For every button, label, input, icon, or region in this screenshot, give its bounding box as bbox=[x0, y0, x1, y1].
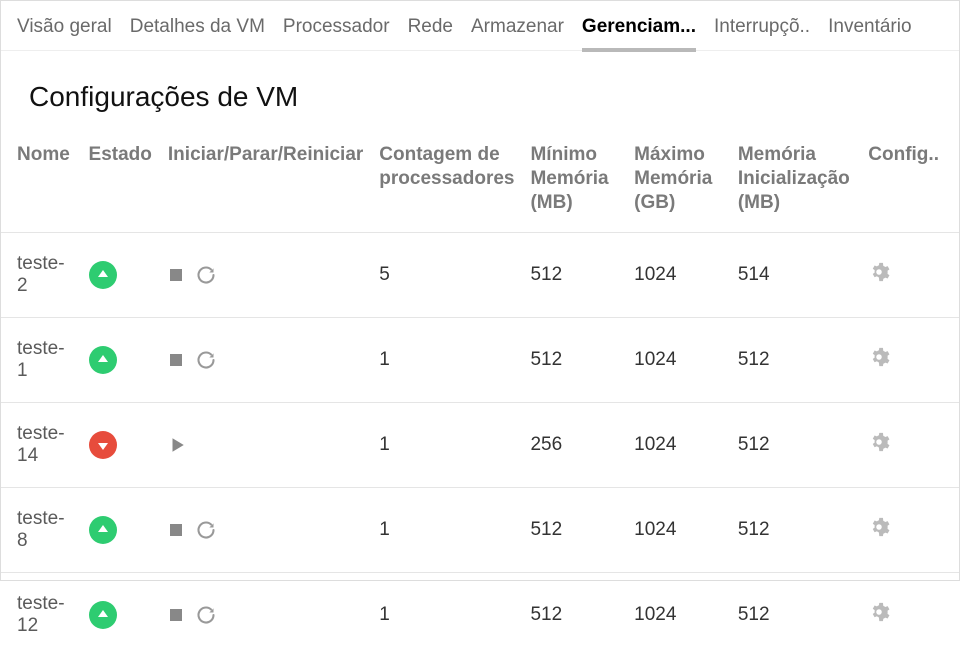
cell-min-mem: 512 bbox=[522, 573, 626, 657]
cell-min-mem: 512 bbox=[522, 233, 626, 318]
cell-proc: 1 bbox=[371, 573, 522, 657]
header-state: Estado bbox=[81, 133, 160, 233]
header-name: Nome bbox=[1, 133, 81, 233]
cell-max-mem: 1024 bbox=[626, 488, 730, 573]
cell-config bbox=[860, 233, 959, 318]
header-proc: Contagem de processadores bbox=[371, 133, 522, 233]
play-icon[interactable] bbox=[168, 436, 186, 454]
cell-state bbox=[81, 573, 160, 657]
cell-state bbox=[81, 488, 160, 573]
table-row: teste-115121024512 bbox=[1, 318, 959, 403]
cell-config bbox=[860, 573, 959, 657]
cell-max-mem: 1024 bbox=[626, 233, 730, 318]
cell-min-mem: 512 bbox=[522, 318, 626, 403]
cell-config bbox=[860, 403, 959, 488]
tab-item[interactable]: Gerenciam... bbox=[582, 16, 696, 52]
cell-max-mem: 1024 bbox=[626, 573, 730, 657]
tab-item[interactable]: Processador bbox=[283, 16, 390, 52]
arrow-down-icon bbox=[89, 431, 117, 459]
cell-config bbox=[860, 488, 959, 573]
cell-state bbox=[81, 318, 160, 403]
cell-actions bbox=[160, 403, 371, 488]
restart-icon[interactable] bbox=[196, 520, 216, 540]
cell-min-mem: 512 bbox=[522, 488, 626, 573]
cell-actions bbox=[160, 488, 371, 573]
header-config: Config.. bbox=[860, 133, 959, 233]
table-row: teste-2 55121024514 bbox=[1, 233, 959, 318]
cell-name: teste-2 bbox=[1, 233, 81, 318]
header-init-mem: Memória Inicialização (MB) bbox=[730, 133, 860, 233]
cell-max-mem: 1024 bbox=[626, 403, 730, 488]
cell-actions bbox=[160, 573, 371, 657]
tab-item[interactable]: Inventário bbox=[828, 16, 911, 52]
gear-icon[interactable] bbox=[868, 516, 890, 538]
restart-icon[interactable] bbox=[196, 350, 216, 370]
arrow-up-icon bbox=[89, 261, 117, 289]
tab-item[interactable]: Detalhes da VM bbox=[130, 16, 265, 52]
cell-state bbox=[81, 403, 160, 488]
cell-init-mem: 512 bbox=[730, 403, 860, 488]
cell-max-mem: 1024 bbox=[626, 318, 730, 403]
cell-name: teste-14 bbox=[1, 403, 81, 488]
stop-icon[interactable] bbox=[168, 352, 184, 368]
table-row: teste-1215121024512 bbox=[1, 573, 959, 657]
restart-icon[interactable] bbox=[196, 265, 216, 285]
stop-icon[interactable] bbox=[168, 267, 184, 283]
arrow-up-icon bbox=[89, 601, 117, 629]
cell-proc: 1 bbox=[371, 488, 522, 573]
cell-name: teste-12 bbox=[1, 573, 81, 657]
cell-name: teste-1 bbox=[1, 318, 81, 403]
cell-name: teste-8 bbox=[1, 488, 81, 573]
stop-icon[interactable] bbox=[168, 522, 184, 538]
table-row: teste-14 12561024512 bbox=[1, 403, 959, 488]
cell-state bbox=[81, 233, 160, 318]
gear-icon[interactable] bbox=[868, 431, 890, 453]
gear-icon[interactable] bbox=[868, 346, 890, 368]
tab-item[interactable]: Interrupçõ.. bbox=[714, 16, 810, 52]
stop-icon[interactable] bbox=[168, 607, 184, 623]
cell-actions bbox=[160, 233, 371, 318]
cell-actions bbox=[160, 318, 371, 403]
restart-icon[interactable] bbox=[196, 605, 216, 625]
vm-table: Nome Estado Iniciar/Parar/Reiniciar Cont… bbox=[1, 133, 959, 657]
arrow-up-icon bbox=[89, 346, 117, 374]
header-min-mem: Mínimo Memória (MB) bbox=[522, 133, 626, 233]
cell-proc: 1 bbox=[371, 318, 522, 403]
cell-proc: 1 bbox=[371, 403, 522, 488]
cell-init-mem: 512 bbox=[730, 488, 860, 573]
tab-item[interactable]: Visão geral bbox=[17, 16, 112, 52]
cell-init-mem: 514 bbox=[730, 233, 860, 318]
page-title: Configurações de VM bbox=[1, 51, 959, 133]
gear-icon[interactable] bbox=[868, 261, 890, 283]
header-max-mem: Máximo Memória (GB) bbox=[626, 133, 730, 233]
header-actions: Iniciar/Parar/Reiniciar bbox=[160, 133, 371, 233]
cell-config bbox=[860, 318, 959, 403]
tab-item[interactable]: Rede bbox=[408, 16, 453, 52]
cell-init-mem: 512 bbox=[730, 573, 860, 657]
cell-init-mem: 512 bbox=[730, 318, 860, 403]
cell-proc: 5 bbox=[371, 233, 522, 318]
arrow-up-icon bbox=[89, 516, 117, 544]
tab-item[interactable]: Armazenar bbox=[471, 16, 564, 52]
table-row: teste-815121024512 bbox=[1, 488, 959, 573]
tab-bar: Visão geral Detalhes da VM Processador Rede… bbox=[1, 1, 959, 51]
cell-min-mem: 256 bbox=[522, 403, 626, 488]
gear-icon[interactable] bbox=[868, 601, 890, 623]
